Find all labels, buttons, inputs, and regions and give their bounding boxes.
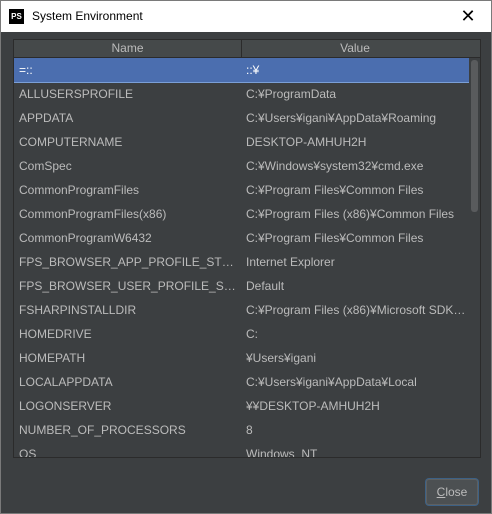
table-row[interactable]: APPDATA C:¥Users¥igani¥AppData¥Roaming (14, 106, 469, 130)
column-header-name[interactable]: Name (14, 40, 242, 57)
table-row[interactable]: LOGONSERVER ¥¥DESKTOP-AMHUH2H (14, 394, 469, 418)
cell-name: HOMEDRIVE (19, 327, 92, 341)
table-row[interactable]: CommonProgramW6432 C:¥Program Files¥Commo… (14, 226, 469, 250)
cell-value: ¥Users¥igani (246, 351, 317, 365)
table-row[interactable]: HOMEDRIVE C: (14, 322, 469, 346)
cell-name: ALLUSERSPROFILE (19, 87, 134, 101)
table-row[interactable]: COMPUTERNAME DESKTOP-AMHUH2H (14, 130, 469, 154)
table-row[interactable]: FPS_BROWSER_USER_PROFILE_STRING Default (14, 274, 469, 298)
cell-name: CommonProgramW6432 (19, 231, 152, 245)
table-body: =::::¥ALLUSERSPROFILE C:¥ProgramDataAPPDA… (14, 58, 469, 457)
cell-name: =:: (19, 63, 33, 77)
table-row[interactable]: =::::¥ (14, 58, 469, 83)
cell-name: ComSpec (19, 159, 72, 173)
cell-value: DESKTOP-AMHUH2H (246, 135, 367, 149)
table-row[interactable]: FSHARPINSTALLDIR C:¥Program Files (x86)¥M… (14, 298, 469, 322)
column-header-value[interactable]: Value (242, 40, 468, 57)
cell-value: ¥¥DESKTOP-AMHUH2H (246, 399, 380, 413)
cell-name: OS (19, 447, 37, 457)
close-button-label: lose (445, 485, 468, 499)
cell-value: C:¥Program Files¥Common Files (246, 231, 424, 245)
table-row[interactable]: LOCALAPPDATA C:¥Users¥igani¥AppData¥Local (14, 370, 469, 394)
cell-name: FPS_BROWSER_APP_PROFILE_STRING (19, 255, 239, 269)
table-row[interactable]: ComSpec C:¥Windows¥system32¥cmd.exe (14, 154, 469, 178)
table-row[interactable]: FPS_BROWSER_APP_PROFILE_STRING Internet E… (14, 250, 469, 274)
close-button[interactable]: Close (426, 479, 478, 505)
cell-value: C:¥ProgramData (246, 87, 337, 101)
cell-name: CommonProgramFiles (19, 183, 140, 197)
table-header: Name Value (14, 40, 480, 58)
table-row[interactable]: CommonProgramFiles(x86) C:¥Program Files … (14, 202, 469, 226)
cell-value: C:¥Program Files (x86)¥Microsoft SDKs¥..… (246, 303, 468, 317)
window-title: System Environment (32, 9, 143, 23)
cell-name: LOGONSERVER (19, 399, 112, 413)
cell-name: LOCALAPPDATA (19, 375, 113, 389)
cell-value: C:¥Users¥igani¥AppData¥Roaming (246, 111, 437, 125)
close-icon[interactable]: ✕ (445, 1, 491, 32)
table-row[interactable]: HOMEPATH ¥Users¥igani (14, 346, 469, 370)
vertical-scrollbar[interactable] (469, 58, 480, 457)
scrollbar-thumb[interactable] (471, 60, 478, 212)
cell-value: Internet Explorer (246, 255, 335, 269)
cell-value: ::¥ (246, 63, 260, 77)
cell-value: C:¥Program Files (x86)¥Common Files (246, 207, 455, 221)
cell-name: APPDATA (19, 111, 74, 125)
cell-name: CommonProgramFiles(x86) (19, 207, 167, 221)
cell-value: C:¥Windows¥system32¥cmd.exe (246, 159, 424, 173)
cell-name: HOMEPATH (19, 351, 86, 365)
cell-name: FSHARPINSTALLDIR (19, 303, 137, 317)
table-row[interactable]: OS Windows_NT (14, 442, 469, 457)
title-bar[interactable]: PS System Environment ✕ (1, 1, 491, 32)
table-row[interactable]: CommonProgramFiles C:¥Program Files¥Commo… (14, 178, 469, 202)
app-icon: PS (9, 9, 24, 24)
cell-value: 8 (246, 423, 253, 437)
cell-value: C:¥Program Files¥Common Files (246, 183, 424, 197)
cell-value: C:¥Users¥igani¥AppData¥Local (246, 375, 417, 389)
table-row[interactable]: NUMBER_OF_PROCESSORS 8 (14, 418, 469, 442)
cell-value: C: (246, 327, 258, 341)
system-environment-dialog: PS System Environment ✕ Name Value =::::… (0, 0, 492, 514)
cell-value: Default (246, 279, 285, 293)
cell-name: NUMBER_OF_PROCESSORS (19, 423, 186, 437)
cell-name: COMPUTERNAME (19, 135, 123, 149)
cell-name: FPS_BROWSER_USER_PROFILE_STRING (19, 279, 239, 293)
environment-table: Name Value =::::¥ ALLUSERSPROFILE C:¥Progr… (13, 39, 481, 458)
cell-value: Windows_NT (246, 447, 318, 457)
table-row[interactable]: ALLUSERSPROFILE C:¥ProgramData (14, 82, 469, 106)
